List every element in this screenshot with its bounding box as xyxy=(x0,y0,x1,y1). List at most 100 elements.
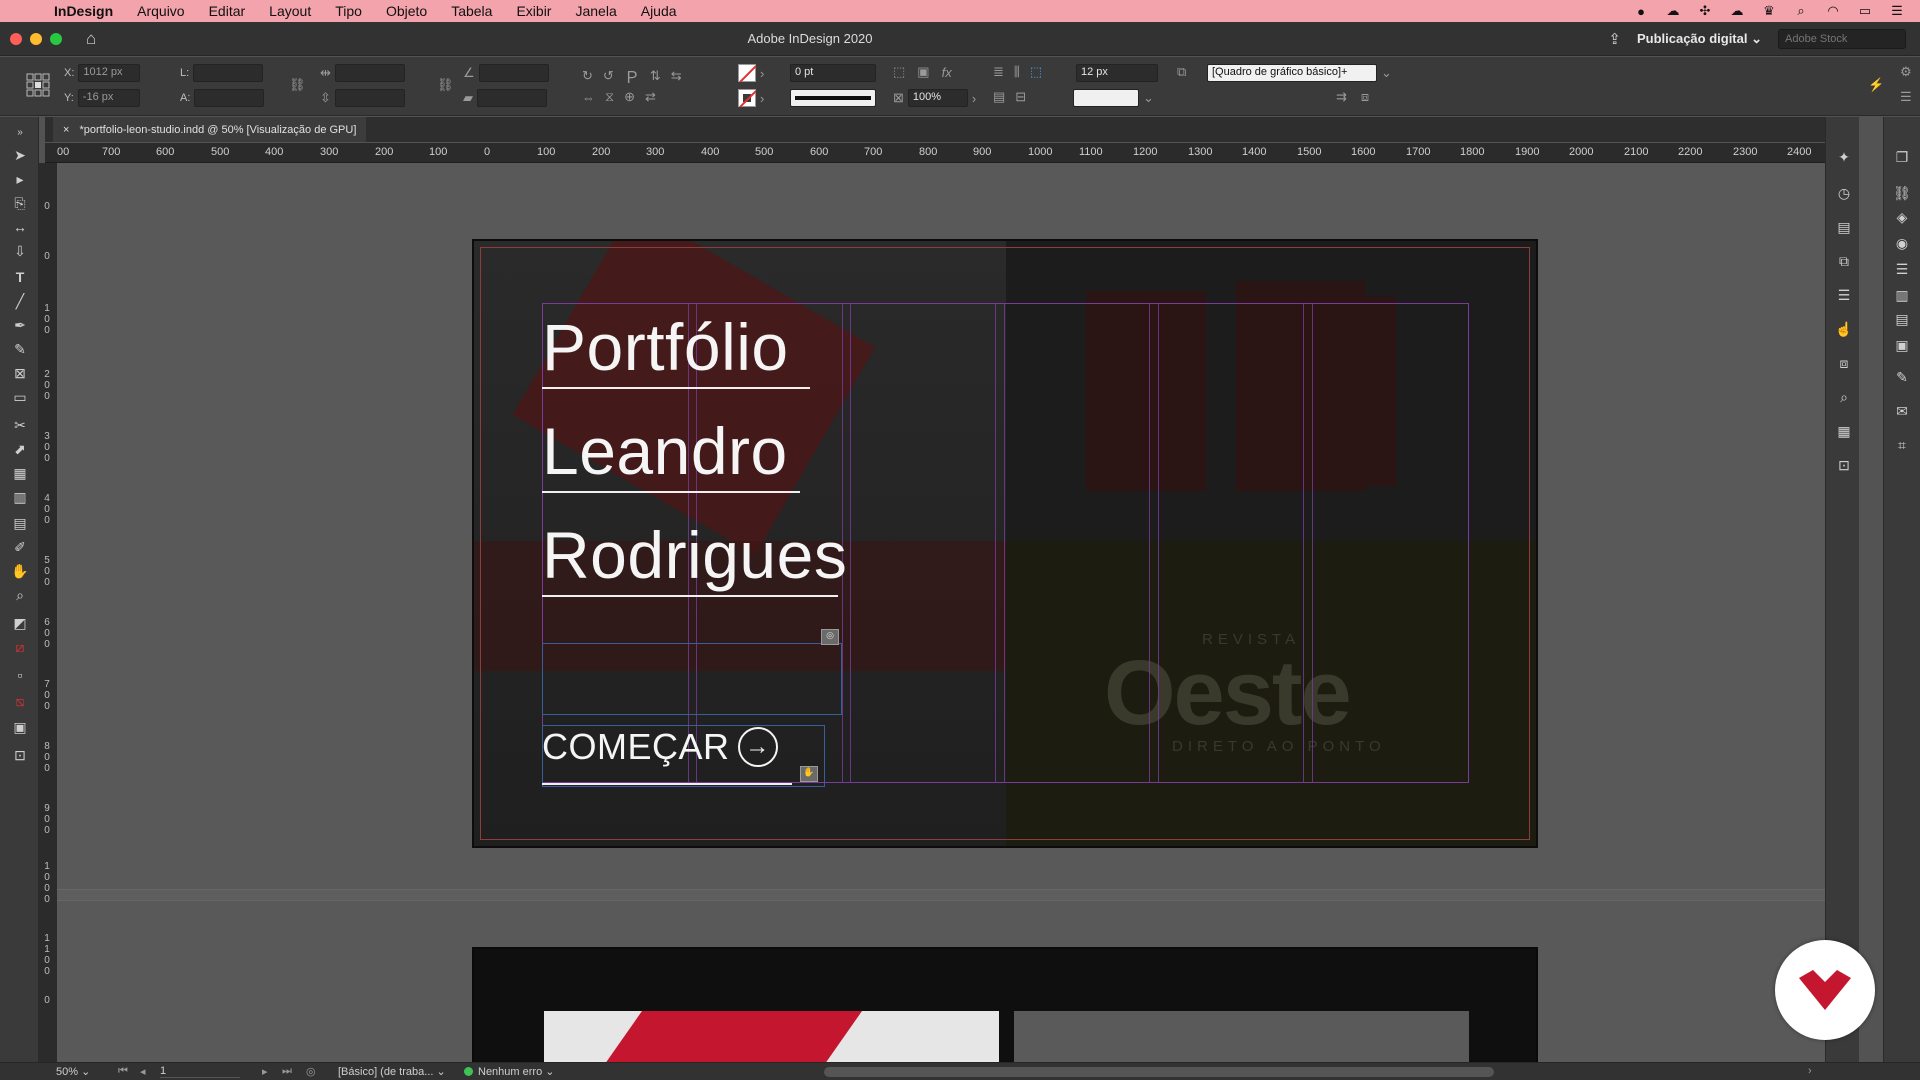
preview-panel-icon[interactable]: ⌕ xyxy=(1834,387,1854,407)
share-icon[interactable]: ⇪ xyxy=(1608,30,1621,48)
creative-cloud-icon[interactable]: ☁ xyxy=(1664,3,1682,19)
media-panel-icon[interactable]: ▤ xyxy=(1834,217,1854,237)
text-path-icon[interactable]: Ｐ xyxy=(624,64,640,88)
menu-arquivo[interactable]: Arquivo xyxy=(125,0,196,22)
links-icon[interactable]: ⛓ xyxy=(1892,183,1912,203)
menu-layout[interactable]: Layout xyxy=(257,0,323,22)
horizontal-ruler[interactable]: 00 700 600 500 400 300 200 100 0 100 200… xyxy=(45,143,1825,163)
rectangle-frame-tool-icon[interactable]: ⊠ xyxy=(9,363,31,383)
flip-horizontal-icon[interactable]: ⇅ xyxy=(650,68,661,84)
open-in-window-icon[interactable]: ◎ xyxy=(306,1065,316,1078)
object-style-select[interactable]: [Quadro de gráfico básico]+ xyxy=(1207,64,1377,82)
rotate-ccw-icon[interactable]: ↺ xyxy=(603,68,614,84)
app-status-icon[interactable]: ✣ xyxy=(1696,3,1714,19)
center-content-icon[interactable]: ⊟ xyxy=(1015,89,1026,105)
type-tool-icon[interactable]: T xyxy=(9,267,31,287)
article-panel-icon[interactable]: ▦ xyxy=(1834,421,1854,441)
default-colors-icon[interactable]: ◩ xyxy=(9,613,31,633)
quick-actions-icon[interactable]: ⚡ xyxy=(1868,77,1884,93)
selection-tool-icon[interactable]: ➤ xyxy=(9,145,31,165)
page-number-field[interactable]: 1 xyxy=(160,1065,240,1078)
search-icon[interactable]: ⌕ xyxy=(1792,3,1810,19)
gradient-feather-tool-icon[interactable]: ▥ xyxy=(9,487,31,507)
free-transform-tool-icon[interactable]: ⬈ xyxy=(9,439,31,459)
scroll-right-icon[interactable]: › xyxy=(1808,1065,1812,1077)
scale-y-field[interactable] xyxy=(334,89,405,107)
select-next-icon[interactable]: ⇄ xyxy=(645,89,656,105)
fill-menu-icon[interactable]: › xyxy=(760,66,764,81)
cloud-sync-icon[interactable]: ☁ xyxy=(1728,3,1746,19)
crown-icon[interactable]: ♛ xyxy=(1760,3,1778,19)
object-states-icon[interactable]: ⧉ xyxy=(1834,251,1854,271)
drop-shadow-icon[interactable]: ▣ xyxy=(917,64,929,80)
fill-stroke-icon[interactable]: ⧄ xyxy=(9,637,31,657)
menu-tipo[interactable]: Tipo xyxy=(323,0,374,22)
publish-online-icon[interactable]: ⊡ xyxy=(1834,455,1854,475)
cta-button[interactable]: COMEÇAR → xyxy=(542,726,778,768)
select-previous-icon[interactable]: ⊕ xyxy=(624,89,635,105)
object-style-menu-icon[interactable]: ⌄ xyxy=(1381,65,1392,81)
auto-fit-icon[interactable]: ⬚ xyxy=(1030,64,1042,80)
battery-icon[interactable]: ▭ xyxy=(1856,3,1874,19)
libraries-icon[interactable]: ⌗ xyxy=(1892,435,1912,455)
eyedropper-tool-icon[interactable]: ✐ xyxy=(9,537,31,557)
text-wrap-panel-icon[interactable]: ▣ xyxy=(1892,335,1912,355)
spread-page-1[interactable]: REVISTA Oeste DIRETO AO PONTO Portfólio … xyxy=(472,239,1538,848)
x-position-field[interactable]: 1012 px xyxy=(78,64,141,82)
record-icon[interactable]: ● xyxy=(1632,4,1650,19)
vertical-ruler[interactable]: 0 0 1 0 0 2 0 0 3 0 0 4 0 0 5 0 0 6 0 0 … xyxy=(39,163,57,1063)
hand-tool-icon[interactable]: ✋ xyxy=(9,561,31,581)
scissors-tool-icon[interactable]: ✂ xyxy=(9,415,31,435)
clear-overrides-icon[interactable]: ⇉ xyxy=(1336,89,1347,105)
timing-panel-icon[interactable]: ☰ xyxy=(1834,285,1854,305)
preview-mode-icon[interactable]: ⊡ xyxy=(9,745,31,765)
stroke-weight-field[interactable]: 0 pt xyxy=(790,64,876,82)
y-position-field[interactable]: -16 px xyxy=(77,89,140,107)
scale-x-field[interactable] xyxy=(334,64,405,82)
direct-selection-tool-icon[interactable]: ▸ xyxy=(9,169,31,189)
corner-options-icon[interactable]: ⬚ xyxy=(893,64,905,80)
stroke-swatch[interactable] xyxy=(738,89,756,107)
color-icon[interactable]: ◉ xyxy=(1892,233,1912,253)
gradient-swatch-tool-icon[interactable]: ▦ xyxy=(9,463,31,483)
width-field[interactable] xyxy=(193,64,264,82)
gradient-icon[interactable]: ▤ xyxy=(1892,309,1912,329)
opacity-menu-icon[interactable]: › xyxy=(972,91,976,106)
select-container-icon[interactable]: ⇔ xyxy=(582,90,595,105)
text-wrap-icon[interactable]: ⧈ xyxy=(1361,89,1369,105)
preflight-profile-select[interactable]: [Básico] (de traba... ⌄ xyxy=(338,1065,446,1078)
stroke-icon[interactable]: ☰ xyxy=(1892,259,1912,279)
buttons-forms-icon[interactable]: ☝ xyxy=(1834,319,1854,339)
pages-icon[interactable]: ❐ xyxy=(1892,147,1912,167)
liquid-layout-icon[interactable]: ⧈ xyxy=(1834,353,1854,373)
swatches-icon[interactable]: ▥ xyxy=(1892,285,1912,305)
rotate-cw-icon[interactable]: ↻ xyxy=(582,68,593,84)
height-field[interactable] xyxy=(194,89,265,107)
pen-tool-icon[interactable]: ✒ xyxy=(9,315,31,335)
constrain-scale-icon[interactable]: ⛓ xyxy=(437,77,454,93)
effects-icon[interactable]: fx xyxy=(942,65,952,80)
animation-panel-icon[interactable]: ◷ xyxy=(1834,183,1854,203)
paragraph-styles-icon[interactable]: ✎ xyxy=(1892,367,1912,387)
next-page-icon[interactable]: ▸ xyxy=(262,1065,268,1078)
menu-editar[interactable]: Editar xyxy=(197,0,258,22)
rotation-field[interactable] xyxy=(478,64,549,82)
menu-objeto[interactable]: Objeto xyxy=(374,0,439,22)
title-line-1[interactable]: Portfólio xyxy=(542,311,789,383)
note-tool-icon[interactable]: ▤ xyxy=(9,513,31,533)
pencil-tool-icon[interactable]: ✎ xyxy=(9,339,31,359)
title-line-2[interactable]: Leandro xyxy=(542,415,788,487)
zoom-tool-icon[interactable]: ⌕ xyxy=(9,585,31,605)
stroke-menu-icon[interactable]: › xyxy=(760,91,764,106)
opacity-field[interactable]: 100% xyxy=(907,89,968,107)
document-canvas[interactable]: REVISTA Oeste DIRETO AO PONTO Portfólio … xyxy=(57,163,1825,1062)
reference-point-icon[interactable] xyxy=(26,73,50,97)
content-collector-icon[interactable]: ⇩ xyxy=(9,241,31,261)
adobe-stock-search[interactable] xyxy=(1778,28,1906,49)
screen-mode-icon[interactable]: ▣ xyxy=(9,717,31,737)
constrain-proportions-icon[interactable]: ⛓ xyxy=(289,77,306,93)
menu-app-indesign[interactable]: InDesign xyxy=(54,0,125,22)
pages-panel-icon[interactable]: ✦ xyxy=(1834,147,1854,167)
page2-image-right[interactable] xyxy=(1014,1011,1469,1062)
distribute-icon[interactable]: ⫼ xyxy=(1014,64,1020,80)
